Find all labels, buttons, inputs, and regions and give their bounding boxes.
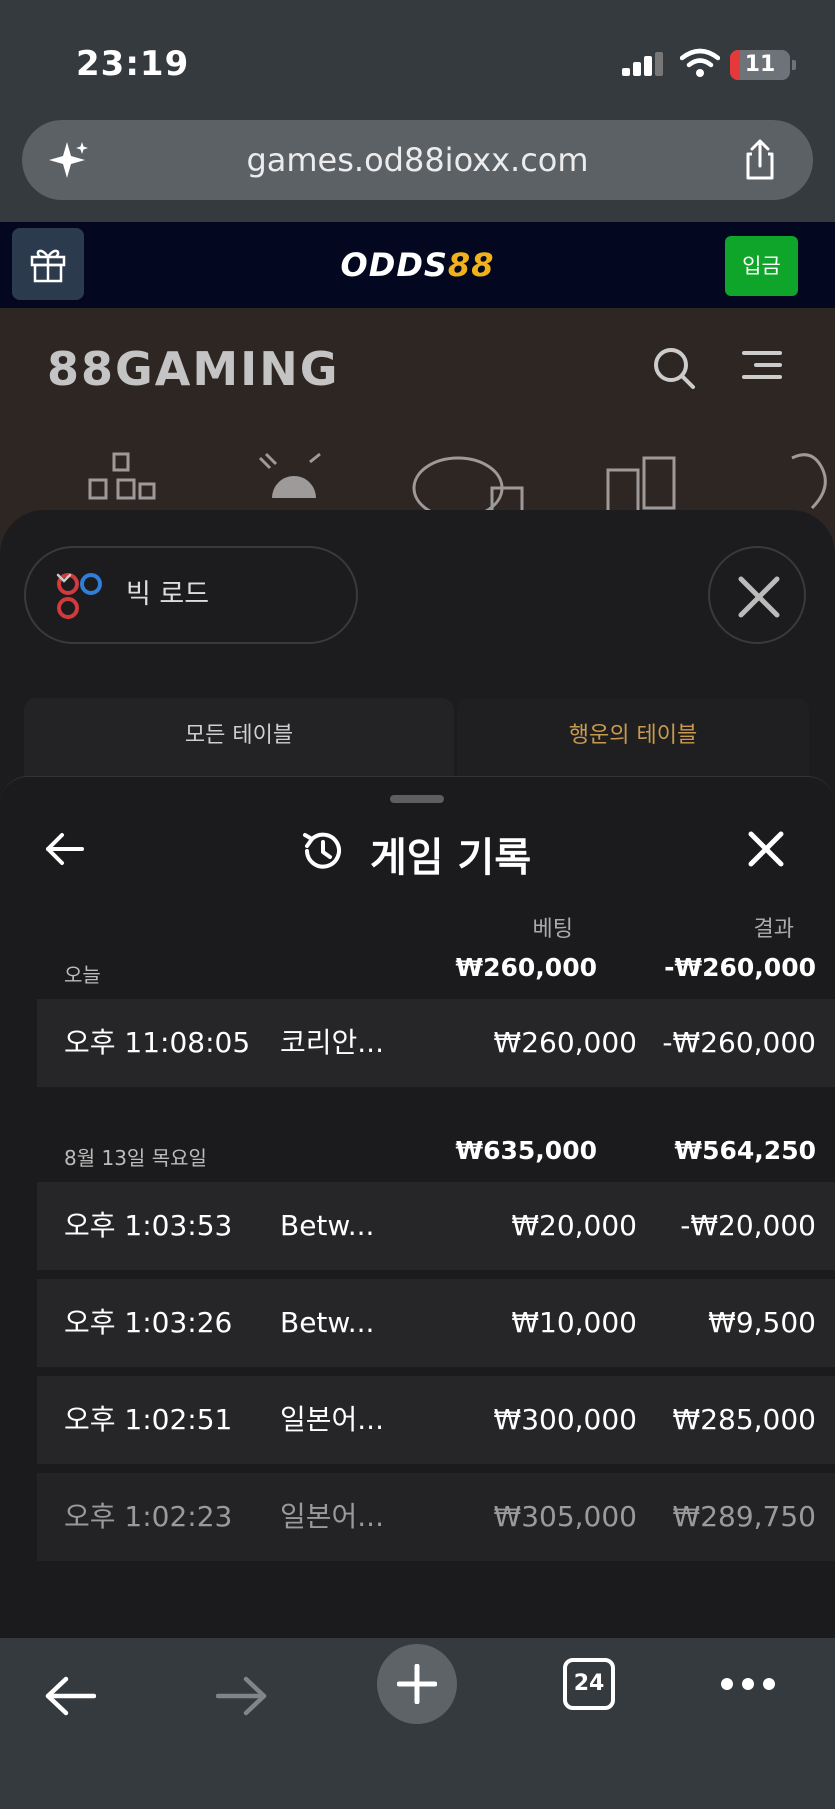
battery-indicator: 11 (730, 50, 790, 80)
row-result: -₩20,000 (680, 1209, 816, 1242)
column-header-result: 결과 (753, 917, 794, 942)
menu-icon[interactable] (742, 350, 782, 380)
row-game: Betw... (280, 1209, 375, 1242)
row-result: ₩289,750 (672, 1500, 816, 1533)
sparkle-icon[interactable] (47, 140, 89, 182)
status-time: 23:19 (76, 44, 190, 84)
share-icon[interactable] (738, 138, 782, 182)
back-arrow-icon[interactable] (44, 833, 84, 865)
browser-toolbar: 24 (0, 1638, 835, 1809)
brand-logo[interactable]: ODDS88 (0, 222, 835, 308)
group-date-label: 오늘 (64, 963, 101, 987)
close-icon[interactable] (748, 831, 784, 867)
plus-icon (397, 1664, 437, 1704)
sheet-drag-handle[interactable] (390, 795, 444, 803)
back-icon[interactable] (44, 1676, 96, 1716)
filter-close-button[interactable] (708, 546, 806, 644)
cellular-signal-icon (622, 52, 663, 76)
row-bet: ₩305,000 (493, 1500, 637, 1533)
close-icon (738, 576, 780, 618)
gaming-logo: 88GAMING (47, 342, 340, 396)
forward-icon[interactable] (216, 1676, 268, 1716)
group-total-result: -₩260,000 (664, 953, 816, 982)
row-result: ₩285,000 (672, 1403, 816, 1436)
dragon-category-icon[interactable] (782, 448, 835, 518)
row-result: ₩9,500 (708, 1306, 816, 1339)
row-time: 오후 1:02:51 (64, 1403, 233, 1436)
group-date-label: 8월 13일 목요일 (64, 1146, 207, 1170)
address-bar[interactable]: games.od88ioxx.com (22, 120, 813, 200)
brand-main: ODDS (340, 246, 448, 284)
site-header: ODDS88 입금 (0, 222, 835, 308)
brand-accent: 88 (447, 246, 495, 284)
history-row[interactable]: 오후 1:03:53 Betw... ₩20,000 -₩20,000 (37, 1182, 835, 1270)
deposit-button[interactable]: 입금 (725, 236, 798, 296)
lottery-category-icon[interactable] (80, 448, 160, 508)
row-time: 오후 1:03:26 (64, 1306, 233, 1339)
cards-category-icon[interactable] (604, 448, 694, 518)
tab-all-tables[interactable]: 모든 테이블 (24, 698, 454, 788)
history-row[interactable]: 오후 1:02:51 일본어... ₩300,000 ₩285,000 (37, 1376, 835, 1464)
search-icon[interactable] (652, 346, 696, 390)
row-game: 일본어... (280, 1500, 384, 1533)
row-game: 일본어... (280, 1403, 384, 1436)
group-total-bet: ₩635,000 (455, 1136, 597, 1165)
tabs-button[interactable]: 24 (563, 1658, 615, 1710)
road-select[interactable]: 빅 로드 (24, 546, 358, 644)
status-bar: 23:19 11 (0, 0, 835, 115)
new-tab-button[interactable] (377, 1644, 457, 1724)
game-history-sheet: 게임 기록 베팅 결과 오늘 ₩260,000 -₩260,000 오후 11:… (0, 776, 835, 1638)
history-row[interactable]: 오후 1:02:23 일본어... ₩305,000 ₩289,750 (37, 1473, 835, 1561)
battery-percent: 11 (744, 52, 776, 77)
road-select-label: 빅 로드 (126, 579, 210, 610)
group-total-bet: ₩260,000 (455, 953, 597, 982)
chevron-down-icon (56, 573, 72, 583)
history-icon (303, 832, 341, 869)
history-row[interactable]: 오후 11:08:05 코리안... ₩260,000 -₩260,000 (37, 999, 835, 1087)
row-bet: ₩20,000 (511, 1209, 637, 1242)
tab-lucky-tables[interactable]: 행운의 테이블 (457, 698, 809, 788)
sheet-title: 게임 기록 (370, 835, 532, 881)
row-time: 오후 1:03:53 (64, 1209, 233, 1242)
more-icon[interactable] (720, 1676, 776, 1692)
row-bet: ₩10,000 (511, 1306, 637, 1339)
row-game: 코리안... (280, 1026, 384, 1059)
row-time: 오후 1:02:23 (64, 1500, 233, 1533)
battery-tip (792, 60, 796, 70)
row-bet: ₩300,000 (493, 1403, 637, 1436)
group-total-result: ₩564,250 (674, 1136, 816, 1165)
row-time: 오후 11:08:05 (64, 1026, 251, 1059)
row-bet: ₩260,000 (493, 1026, 637, 1059)
row-result: -₩260,000 (662, 1026, 816, 1059)
row-game: Betw... (280, 1306, 375, 1339)
korean-category-icon[interactable] (252, 448, 332, 508)
wifi-icon (680, 48, 720, 77)
url-text[interactable]: games.od88ioxx.com (22, 120, 813, 200)
column-header-bet: 베팅 (532, 917, 573, 942)
history-row[interactable]: 오후 1:03:26 Betw... ₩10,000 ₩9,500 (37, 1279, 835, 1367)
